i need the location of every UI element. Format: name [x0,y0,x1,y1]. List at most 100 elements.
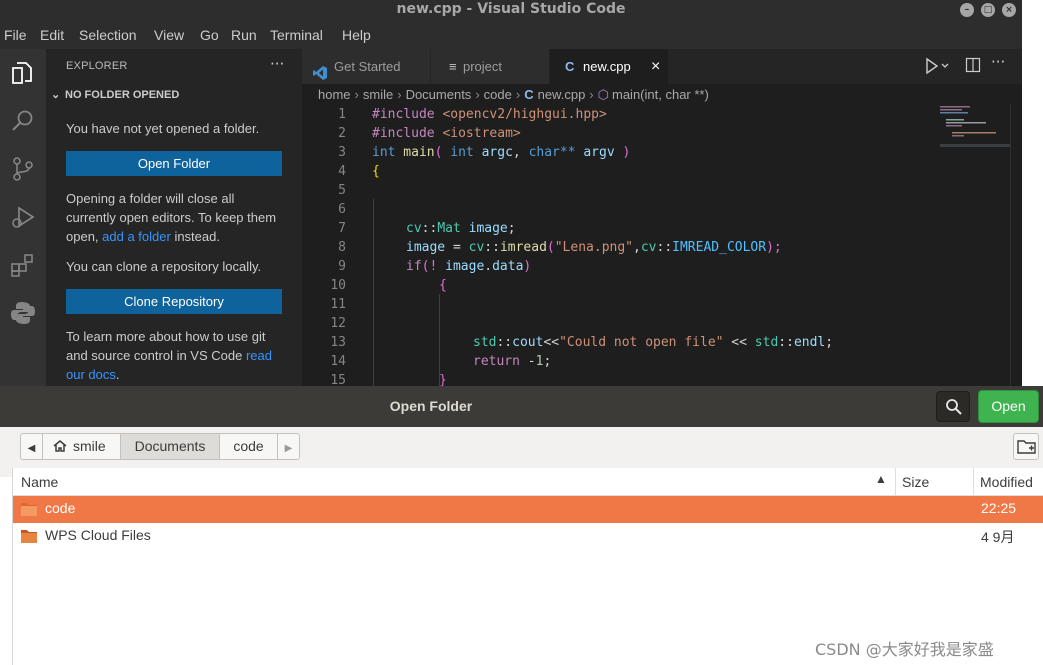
maximize-button[interactable]: □ [981,3,995,17]
menu-help[interactable]: Help [342,27,371,43]
no-folder-section[interactable]: ⌄ NO FOLDER OPENED [51,88,179,101]
run-code-icon[interactable] [924,57,950,79]
menu-selection[interactable]: Selection [79,27,137,43]
path-forward-button[interactable]: ▶ [278,434,299,459]
line-number: 5 [338,183,346,198]
extensions-icon[interactable] [9,251,37,279]
breadcrumb-symbol[interactable]: main(int, char **) [612,87,709,102]
line-number: 3 [338,145,346,160]
line-number: 15 [330,373,346,386]
chevron-right-icon: ▶ [284,443,293,454]
minimap[interactable] [940,104,1010,149]
git-hint-end: . [115,367,120,382]
code-line: { [439,278,447,293]
path-smile[interactable]: smile [43,434,121,459]
editor-tabs: Get Started ≡ project C new.cpp × ··· [302,49,1022,84]
add-folder-link[interactable]: add a folder [102,229,171,244]
breadcrumb-code[interactable]: code [484,87,512,102]
line-number: 1 [338,107,346,122]
column-modified[interactable]: Modified [980,474,1033,490]
chevron-right-icon: › [515,87,521,102]
line-number: 6 [338,202,346,217]
open-button[interactable]: Open [978,390,1039,423]
code-line: #include <iostream> [372,126,521,141]
sort-ascending-icon[interactable]: ▲ [875,472,887,486]
file-icon: ≡ [449,59,457,74]
run-debug-icon[interactable] [9,203,37,231]
git-hint-text: To learn more about how to use git and s… [66,329,266,363]
code-editor[interactable]: 1 2 3 4 5 6 7 8 9 10 11 12 13 14 15 #inc… [302,104,1022,386]
path-documents[interactable]: Documents [121,434,220,459]
more-actions-icon[interactable]: ··· [270,55,284,73]
menu-file[interactable]: File [4,27,27,43]
file-row-wps-cloud[interactable]: WPS Cloud Files 4 9月 [13,523,1043,550]
window-title: new.cpp - Visual Studio Code [396,1,626,17]
line-number: 13 [330,335,346,350]
explorer-header: EXPLORER [66,60,128,72]
tab-label: project [463,59,503,74]
line-number: 9 [338,259,346,274]
symbol-method-icon: ⬡ [597,87,609,102]
search-button[interactable] [936,391,970,422]
chevron-down-icon: ⌄ [51,89,61,101]
clone-repository-button[interactable]: Clone Repository [66,289,282,314]
breadcrumb-file[interactable]: new.cpp [538,87,586,102]
breadcrumb: home › smile › Documents › code › Cnew.cpp › ⬡ main… [318,87,709,103]
file-name: WPS Cloud Files [45,527,151,543]
search-icon[interactable] [9,107,37,135]
editor-more-icon[interactable]: ··· [991,53,1005,71]
line-number: 12 [330,316,346,331]
minimize-button[interactable]: – [960,3,974,17]
close-tab-icon[interactable]: × [651,49,660,84]
menu-go[interactable]: Go [200,27,219,43]
menu-view[interactable]: View [154,27,184,43]
section-title: NO FOLDER OPENED [65,89,180,101]
clone-message: You can clone a repository locally. [66,259,262,274]
folder-icon [21,529,37,543]
code-line: int main( int argc, char** argv ) [372,145,631,160]
chevron-right-icon: › [354,87,359,102]
column-divider [973,468,974,496]
path-code[interactable]: code [220,434,278,459]
search-icon [946,399,962,415]
breadcrumb-smile[interactable]: smile [363,87,393,102]
code-line: { [372,164,380,179]
tab-new-cpp[interactable]: C new.cpp × [550,49,668,84]
new-folder-button[interactable] [1013,433,1039,460]
code-line: image = cv::imread("Lena.png",cv::IMREAD… [406,240,782,255]
breadcrumb-documents[interactable]: Documents [406,87,472,102]
code-line: return -1; [473,354,552,369]
code-line: std::cout<<"Could not open file" << std:… [473,335,834,350]
source-control-icon[interactable] [9,155,37,183]
path-back-button[interactable]: ◀ [21,434,43,459]
column-name[interactable]: Name [21,474,58,490]
title-bar: new.cpp - Visual Studio Code – □ × [0,0,1022,20]
tab-project[interactable]: ≡ project [431,49,549,84]
code-line: #include <opencv2/highgui.hpp> [372,107,607,122]
line-number: 10 [330,278,346,293]
breadcrumb-home[interactable]: home [318,87,351,102]
column-size[interactable]: Size [902,474,929,490]
open-folder-button[interactable]: Open Folder [66,151,282,176]
python-icon[interactable] [9,299,37,327]
tab-get-started[interactable]: Get Started [302,49,430,84]
line-number: 7 [338,221,346,236]
open-folder-hint: Opening a folder will close all currentl… [66,189,286,246]
code-line: if(! image.data) [406,259,532,274]
code-line: cv::Mat image; [406,221,516,236]
file-row-code[interactable]: code 22:25 [13,496,1043,523]
open-folder-dialog: Open Folder Open ◀ smile Documents code … [0,386,1043,665]
menu-edit[interactable]: Edit [40,27,64,43]
column-divider [895,468,896,496]
menu-terminal[interactable]: Terminal [270,27,323,43]
explorer-sidebar: EXPLORER ··· ⌄ NO FOLDER OPENED You have … [46,49,302,386]
editor-scrollbar[interactable] [1010,104,1022,386]
code-line: } [439,373,447,386]
files-icon[interactable] [9,59,37,87]
split-editor-icon[interactable] [965,57,981,77]
chevron-right-icon: › [397,87,402,102]
close-window-button[interactable]: × [1002,3,1016,17]
menu-run[interactable]: Run [231,27,257,43]
line-number: 8 [338,240,346,255]
vscode-icon [312,59,328,80]
